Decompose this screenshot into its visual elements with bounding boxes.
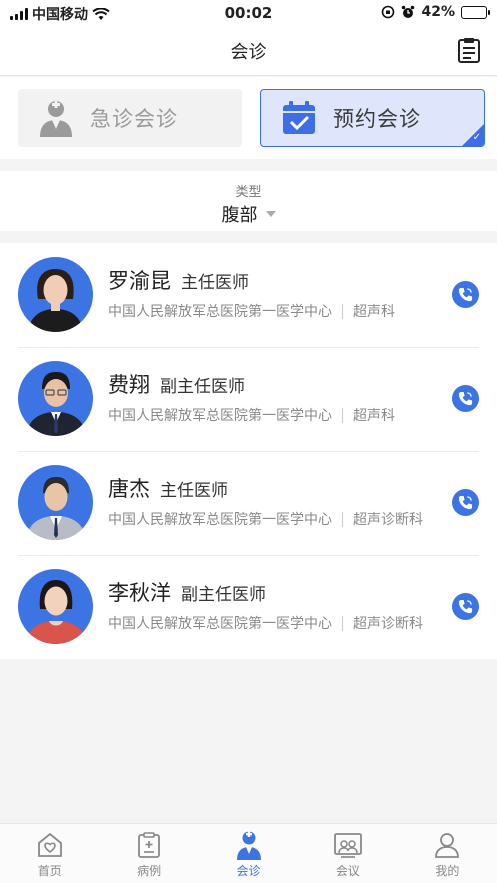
alarm-icon bbox=[402, 5, 415, 18]
type-filter[interactable]: 类型 腹部 bbox=[0, 171, 497, 231]
tab-home[interactable]: 首页 bbox=[0, 824, 99, 883]
emergency-consult-button[interactable]: 急诊会诊 bbox=[18, 89, 242, 147]
tab-consult[interactable]: 会诊 bbox=[199, 824, 298, 883]
check-icon: ✓ bbox=[472, 132, 481, 143]
phone-icon[interactable] bbox=[452, 281, 479, 308]
doctor-title: 主任医师 bbox=[160, 481, 228, 501]
doctor-icon bbox=[234, 830, 264, 860]
type-dropdown[interactable]: 腹部 bbox=[222, 201, 276, 227]
doctor-name: 李秋洋 bbox=[108, 581, 171, 605]
doctor-hospital: 中国人民解放军总医院第一医学中心 bbox=[108, 512, 332, 528]
emergency-consult-label: 急诊会诊 bbox=[90, 107, 178, 131]
divider bbox=[342, 407, 343, 423]
clipboard-list-icon[interactable] bbox=[457, 37, 481, 63]
doctor-hospital: 中国人民解放军总医院第一医学中心 bbox=[108, 616, 332, 632]
tab-label: 会诊 bbox=[236, 864, 261, 878]
doctor-name: 费翔 bbox=[108, 373, 150, 397]
doctor-icon bbox=[36, 98, 76, 138]
tab-profile[interactable]: 我的 bbox=[398, 824, 497, 883]
doctor-department: 超声科 bbox=[353, 408, 395, 424]
tab-bar: 首页 病例 会诊 会议 我的 bbox=[0, 823, 497, 883]
doctor-row[interactable]: 费翔 副主任医师 中国人民解放军总医院第一医学中心 超声科 bbox=[0, 347, 497, 451]
page-title: 会诊 bbox=[230, 42, 267, 63]
appointment-consult-label: 预约会诊 bbox=[333, 107, 421, 131]
type-label: 类型 bbox=[235, 185, 262, 200]
battery-percent: 42% bbox=[421, 4, 455, 20]
doctor-name: 罗渝昆 bbox=[108, 269, 171, 293]
calendar-check-icon bbox=[279, 98, 319, 138]
doctor-list: 罗渝昆 主任医师 中国人民解放军总医院第一医学中心 超声科 费翔 副主任医师 中… bbox=[0, 243, 497, 659]
tab-label: 病例 bbox=[137, 864, 162, 878]
doctor-title: 主任医师 bbox=[181, 273, 249, 293]
doctor-department: 超声诊断科 bbox=[353, 512, 423, 528]
status-bar: 中国移动 00:02 42% bbox=[0, 0, 497, 26]
avatar bbox=[18, 465, 93, 540]
battery-icon bbox=[461, 5, 490, 19]
doctor-title: 副主任医师 bbox=[160, 377, 245, 397]
tab-label: 首页 bbox=[37, 864, 62, 878]
medical-record-icon bbox=[134, 830, 164, 860]
meeting-icon bbox=[333, 830, 363, 860]
divider bbox=[342, 511, 343, 527]
profile-icon bbox=[432, 830, 462, 860]
tab-label: 会议 bbox=[335, 864, 360, 878]
consult-mode-selector: 急诊会诊 预约会诊 ✓ bbox=[0, 77, 497, 159]
tab-meeting[interactable]: 会议 bbox=[298, 824, 397, 883]
phone-icon[interactable] bbox=[452, 489, 479, 516]
doctor-department: 超声诊断科 bbox=[353, 616, 423, 632]
phone-icon[interactable] bbox=[452, 385, 479, 412]
caret-down-icon bbox=[265, 211, 276, 217]
phone-icon[interactable] bbox=[452, 593, 479, 620]
avatar bbox=[18, 361, 93, 436]
divider bbox=[342, 615, 343, 631]
avatar bbox=[18, 257, 93, 332]
doctor-title: 副主任医师 bbox=[181, 585, 266, 605]
doctor-row[interactable]: 李秋洋 副主任医师 中国人民解放军总医院第一医学中心 超声诊断科 bbox=[0, 555, 497, 659]
tab-cases[interactable]: 病例 bbox=[99, 824, 198, 883]
doctor-department: 超声科 bbox=[353, 304, 395, 320]
doctor-hospital: 中国人民解放军总医院第一医学中心 bbox=[108, 304, 332, 320]
orientation-lock-icon bbox=[382, 5, 395, 19]
doctor-row[interactable]: 唐杰 主任医师 中国人民解放军总医院第一医学中心 超声诊断科 bbox=[0, 451, 497, 555]
home-icon bbox=[35, 830, 65, 860]
doctor-name: 唐杰 bbox=[108, 477, 150, 501]
status-right: 42% bbox=[381, 4, 490, 20]
nav-bar: 会诊 bbox=[0, 26, 497, 76]
doctor-row[interactable]: 罗渝昆 主任医师 中国人民解放军总医院第一医学中心 超声科 bbox=[0, 243, 497, 347]
type-value: 腹部 bbox=[221, 205, 258, 226]
tab-label: 我的 bbox=[435, 864, 460, 878]
appointment-consult-button[interactable]: 预约会诊 ✓ bbox=[260, 89, 485, 147]
divider bbox=[342, 303, 343, 319]
doctor-hospital: 中国人民解放军总医院第一医学中心 bbox=[108, 408, 332, 424]
avatar bbox=[18, 569, 93, 644]
